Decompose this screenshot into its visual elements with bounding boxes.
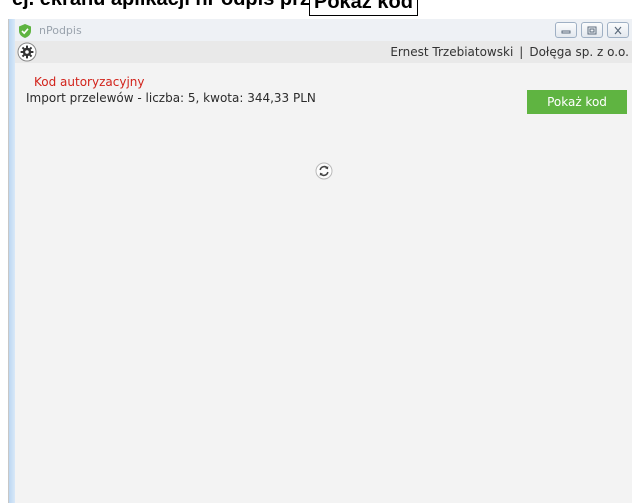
maximize-icon [587,26,597,34]
maximize-button[interactable] [581,22,603,38]
user-name: Ernest Trzebiatowski [390,45,514,59]
minimize-icon [561,30,571,34]
user-header: Ernest Trzebiatowski | Dołęga sp. z o.o. [15,41,632,63]
window-controls [555,22,629,38]
close-button[interactable] [607,22,629,38]
user-info: Ernest Trzebiatowski | Dołęga sp. z o.o. [390,45,629,59]
app-logo-icon [19,24,31,38]
section-title: Kod autoryzacyjny [34,75,145,89]
window-title: nPodpis [39,24,82,37]
minimize-button[interactable] [555,22,577,38]
caption-highlighted-label: Pokaż kod [309,0,418,16]
close-icon [614,26,622,34]
window-left-edge [9,19,15,503]
refresh-icon [315,162,333,180]
company-name: Dołęga sp. z o.o. [529,45,629,59]
show-code-button[interactable]: Pokaż kod [527,90,627,114]
document-caption-fragment: ej. ekranu aplikacji nPodpis przycisk „ … [0,0,632,17]
gear-icon[interactable] [17,42,37,62]
app-window: nPodpis Ernest Trzebiatowski | Dołęga sp… [8,19,632,503]
header-separator: | [519,45,524,59]
title-bar[interactable]: nPodpis [15,19,632,43]
import-summary: Import przelewów - liczba: 5, kwota: 344… [26,91,316,105]
